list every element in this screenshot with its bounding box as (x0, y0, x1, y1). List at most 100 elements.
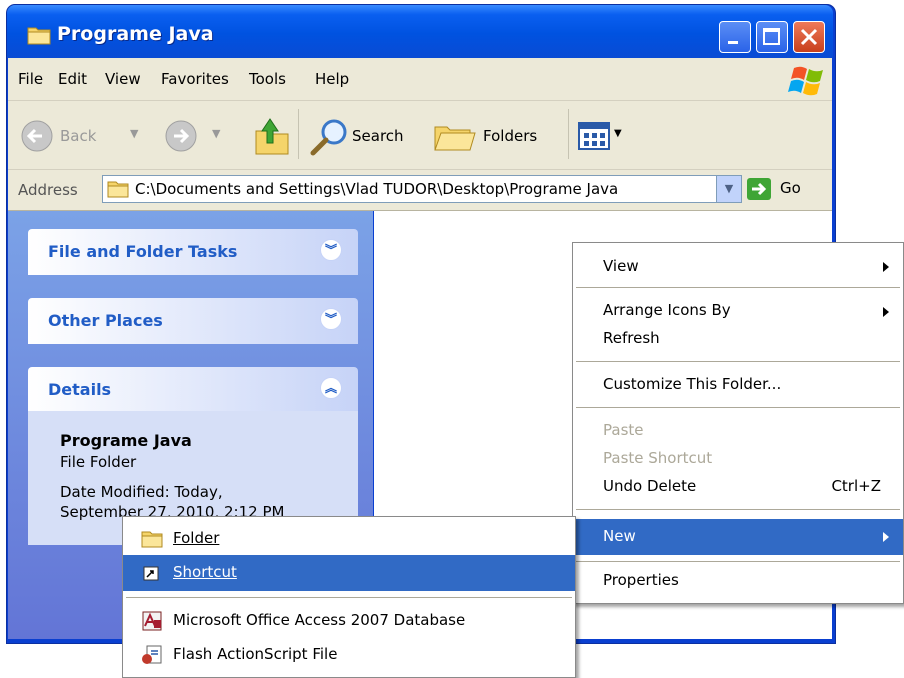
forward-button[interactable]: ▼ (164, 119, 244, 155)
forward-dropdown-icon[interactable]: ▼ (212, 127, 220, 140)
address-label: Address (18, 181, 78, 199)
undo-shortcut-key: Ctrl+Z (831, 477, 881, 495)
new-access-db-item[interactable]: Microsoft Office Access 2007 Database (123, 603, 575, 639)
file-folder-tasks-label: File and Folder Tasks (48, 242, 238, 261)
menu-item-view-label: View (603, 257, 639, 275)
title-bar[interactable]: Programe Java (7, 5, 833, 58)
details-header[interactable]: Details ︽ (28, 367, 358, 413)
chevron-down-icon[interactable]: ︾ (320, 239, 342, 261)
close-button[interactable] (793, 21, 825, 53)
close-icon (800, 28, 818, 46)
other-places-header[interactable]: Other Places ︾ (28, 298, 358, 344)
go-label: Go (780, 179, 801, 197)
details-type: File Folder (60, 453, 137, 471)
menu-item-new-label: New (603, 527, 636, 545)
new-folder-item[interactable]: Folder (123, 521, 575, 557)
folders-icon (434, 126, 476, 151)
menu-item-paste-label: Paste (603, 421, 644, 439)
menu-item-customize[interactable]: Customize This Folder... (573, 371, 903, 399)
menu-bar: File Edit View Favorites Tools Help (8, 58, 832, 101)
back-arrow-icon (21, 120, 53, 152)
chevron-up-icon[interactable]: ︽ (320, 377, 342, 399)
menu-separator (576, 561, 900, 562)
folder-icon (141, 531, 163, 548)
new-access-db-label: Microsoft Office Access 2007 Database (173, 611, 466, 629)
standard-toolbar: Back ▼ ▼ Search Folders ▼ (8, 101, 832, 170)
minimize-button[interactable] (719, 21, 751, 53)
menu-view[interactable]: View (105, 70, 141, 88)
submenu-arrow-icon (883, 307, 889, 317)
views-dropdown-icon: ▼ (614, 128, 622, 139)
toolbar-separator (298, 109, 299, 159)
address-input[interactable]: C:\Documents and Settings\Vlad TUDOR\Des… (102, 175, 742, 203)
menu-item-arrange-icons[interactable]: Arrange Icons By (573, 299, 903, 325)
minimize-icon (728, 41, 738, 44)
up-folder-icon[interactable] (252, 115, 292, 157)
menu-item-properties-label: Properties (603, 571, 679, 589)
go-arrow-icon (747, 178, 771, 200)
actionscript-file-icon (142, 645, 162, 664)
back-button[interactable]: Back ▼ (20, 119, 160, 155)
back-dropdown-icon[interactable]: ▼ (130, 127, 138, 140)
new-folder-label: Folder (173, 529, 220, 547)
forward-arrow-icon (165, 120, 197, 152)
menu-item-new[interactable]: New (573, 519, 903, 555)
menu-tools[interactable]: Tools (249, 70, 286, 88)
address-value: C:\Documents and Settings\Vlad TUDOR\Des… (135, 180, 619, 198)
folder-icon (107, 181, 129, 198)
menu-item-undo-delete[interactable]: Undo Delete Ctrl+Z (573, 475, 903, 501)
access-database-icon (142, 611, 162, 631)
go-button[interactable]: Go (746, 175, 816, 203)
new-flash-as-label: Flash ActionScript File (173, 645, 338, 663)
address-bar: Address C:\Documents and Settings\Vlad T… (8, 170, 832, 211)
menu-item-view[interactable]: View (573, 253, 903, 281)
folder-icon (27, 27, 51, 45)
toolbar-separator (568, 109, 569, 159)
menu-item-refresh[interactable]: Refresh (573, 327, 903, 353)
folders-button[interactable]: Folders (433, 117, 558, 155)
new-shortcut-label: Shortcut (173, 563, 237, 581)
new-submenu: Folder Shortcut Microsoft Office Access … (122, 516, 576, 678)
maximize-button[interactable] (756, 21, 788, 53)
details-name: Programe Java (60, 431, 192, 450)
views-grid-icon (578, 122, 610, 150)
new-shortcut-item[interactable]: Shortcut (123, 555, 575, 591)
search-button[interactable]: Search (308, 117, 423, 156)
file-folder-tasks-header[interactable]: File and Folder Tasks ︾ (28, 229, 358, 275)
menu-item-paste-shortcut[interactable]: Paste Shortcut (573, 447, 903, 473)
menu-item-undo-delete-label: Undo Delete (603, 477, 697, 495)
folders-label: Folders (483, 127, 538, 145)
menu-file[interactable]: File (18, 70, 43, 88)
menu-separator (126, 597, 572, 598)
details-label: Details (48, 380, 112, 399)
menu-item-paste[interactable]: Paste (573, 419, 903, 445)
submenu-arrow-icon (883, 532, 889, 542)
menu-edit[interactable]: Edit (58, 70, 87, 88)
context-menu: View Arrange Icons By Refresh Customize … (572, 242, 904, 604)
menu-separator (576, 361, 900, 362)
search-icon (310, 119, 347, 156)
back-label: Back (60, 127, 97, 145)
menu-item-customize-label: Customize This Folder... (603, 375, 782, 393)
views-button[interactable]: ▼ (578, 119, 630, 153)
menu-separator (576, 407, 900, 408)
windows-logo-icon (788, 66, 823, 96)
menu-item-properties[interactable]: Properties (573, 567, 903, 595)
chevron-down-icon[interactable]: ︾ (320, 308, 342, 330)
shortcut-icon (143, 566, 159, 581)
other-places-label: Other Places (48, 311, 163, 330)
address-dropdown-button[interactable]: ▼ (716, 176, 741, 202)
menu-item-paste-shortcut-label: Paste Shortcut (603, 449, 713, 467)
menu-item-arrange-label: Arrange Icons By (603, 301, 731, 319)
window-title: Programe Java (57, 23, 214, 45)
menu-separator (576, 509, 900, 510)
maximize-icon (763, 28, 780, 45)
menu-help[interactable]: Help (315, 70, 349, 88)
details-modified: Date Modified: Today, (60, 483, 223, 501)
search-label: Search (352, 127, 404, 145)
menu-favorites[interactable]: Favorites (161, 70, 229, 88)
submenu-arrow-icon (883, 262, 889, 272)
new-flash-as-item[interactable]: Flash ActionScript File (123, 637, 575, 673)
menu-item-refresh-label: Refresh (603, 329, 660, 347)
menu-separator (576, 287, 900, 288)
